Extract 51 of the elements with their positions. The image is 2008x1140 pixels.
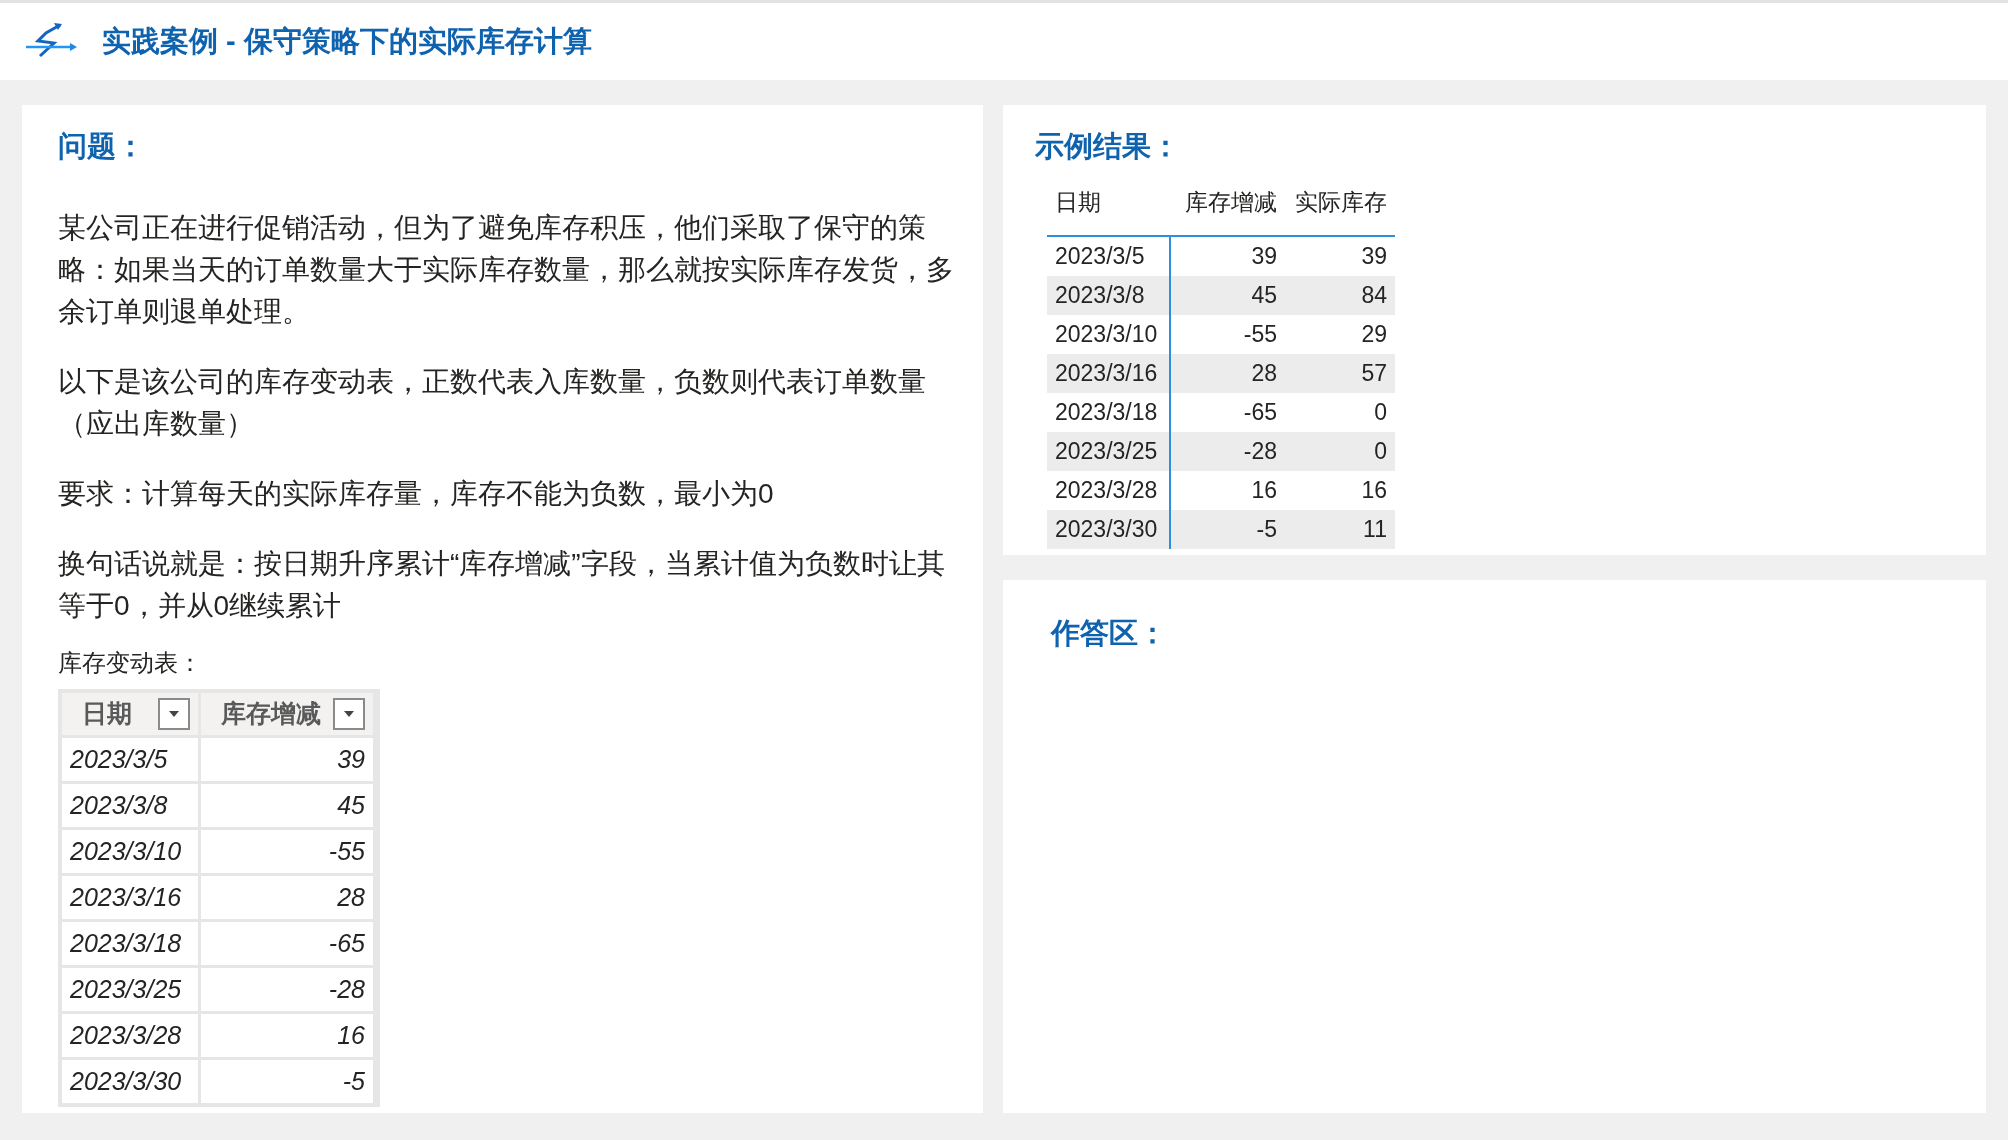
caret-down-icon <box>168 709 180 718</box>
table-cell: 2023/3/25 <box>62 967 198 1011</box>
table-cell: 39 <box>201 737 373 781</box>
table-cell-text: -65 <box>1242 397 1278 427</box>
table-cell-text: 57 <box>1360 358 1388 388</box>
table-caption: 库存变动表： <box>58 647 203 678</box>
table-cell-text: 16 <box>1360 475 1388 505</box>
problem-paragraph: 某公司正在进行促销活动，但为了避免库存积压，他们采取了保守的策略：如果当天的订单数量大于实际库存数量，那么就按实际库存发货，多余订单则退单处理。 <box>58 210 955 329</box>
table-cell-text: 84 <box>1360 280 1388 310</box>
table-cell-text: -5 <box>1255 514 1278 544</box>
filter-button[interactable] <box>158 697 190 730</box>
table-cell-text: 0 <box>1373 397 1388 427</box>
answer-heading: 作答区： <box>1051 617 1167 649</box>
table-cell: 2023/3/10 <box>62 829 198 873</box>
table-cell: 28 <box>201 875 373 919</box>
column-header: 日期 <box>1054 187 1102 217</box>
problem-paragraph: 以下是该公司的库存变动表，正数代表入库数量，负数则代表订单数量（应出库数量） <box>58 364 927 441</box>
column-header: 库存增减 <box>1184 187 1278 217</box>
table-cell: 45 <box>201 783 373 827</box>
page-title: 实践案例 - 保守策略下的实际库存计算 <box>102 23 592 59</box>
problem-paragraph: 要求：计算每天的实际库存量，库存不能为负数，最小为0 <box>58 476 775 511</box>
table-cell-text: 39 <box>1360 241 1388 271</box>
table-cell: 2023/3/30 <box>1047 509 1171 549</box>
table-cell: 2023/3/16 <box>62 875 198 919</box>
caret-down-icon <box>343 709 355 718</box>
table-cell: -55 <box>201 829 373 873</box>
table-cell-text: 45 <box>1250 280 1278 310</box>
table-cell-text: 11 <box>1362 514 1388 544</box>
table-cell-text: 0 <box>1373 436 1388 466</box>
table-cell: 2023/3/28 <box>62 1013 198 1057</box>
column-header: 实际库存 <box>1294 187 1388 217</box>
problem-paragraph: 换句话说就是：按日期升序累计“库存增减”字段，当累计值为负数时让其等于0，并从0继续累计 <box>58 546 946 623</box>
table-cell-text: 16 <box>1250 475 1278 505</box>
table-cell-text: -55 <box>1242 319 1278 349</box>
problem-heading: 问题： <box>58 129 146 164</box>
table-cell: 2023/3/18 <box>62 921 198 965</box>
table-cell-text: 28 <box>1250 358 1278 388</box>
column-title: 日期 <box>82 697 132 729</box>
table-cell-text: 39 <box>1250 241 1278 271</box>
table-cell: 16 <box>201 1013 373 1057</box>
table-cell: -28 <box>201 967 373 1011</box>
table-cell: 2023/3/5 <box>62 737 198 781</box>
column-title: 库存增减 <box>221 697 321 729</box>
filter-button[interactable] <box>333 697 365 730</box>
table-cell: -5 <box>201 1059 373 1103</box>
table-cell-text: 29 <box>1360 319 1388 349</box>
table-cell: 2023/3/8 <box>62 783 198 827</box>
result-heading: 示例结果： <box>1035 129 1181 164</box>
table-cell-text: -28 <box>1242 436 1278 466</box>
table-cell: 2023/3/30 <box>62 1059 198 1103</box>
table-cell: -65 <box>201 921 373 965</box>
